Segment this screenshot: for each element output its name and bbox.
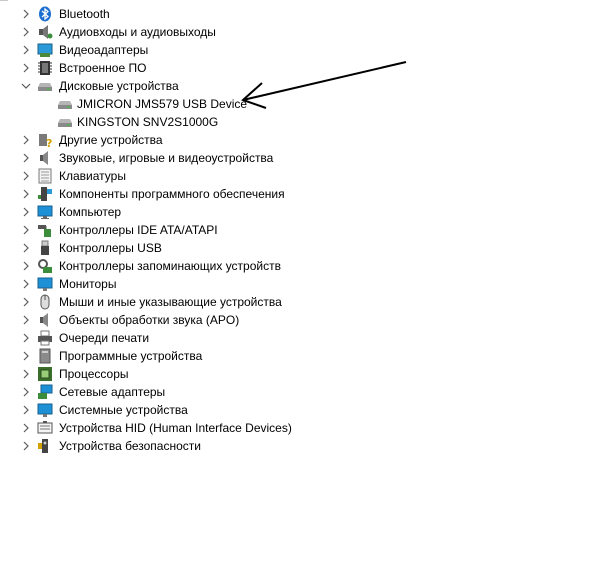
annotation-arrow — [241, 61, 407, 109]
device-tree: Bluetooth Аудиовходы и аудиовыходы Видео… — [0, 0, 605, 574]
